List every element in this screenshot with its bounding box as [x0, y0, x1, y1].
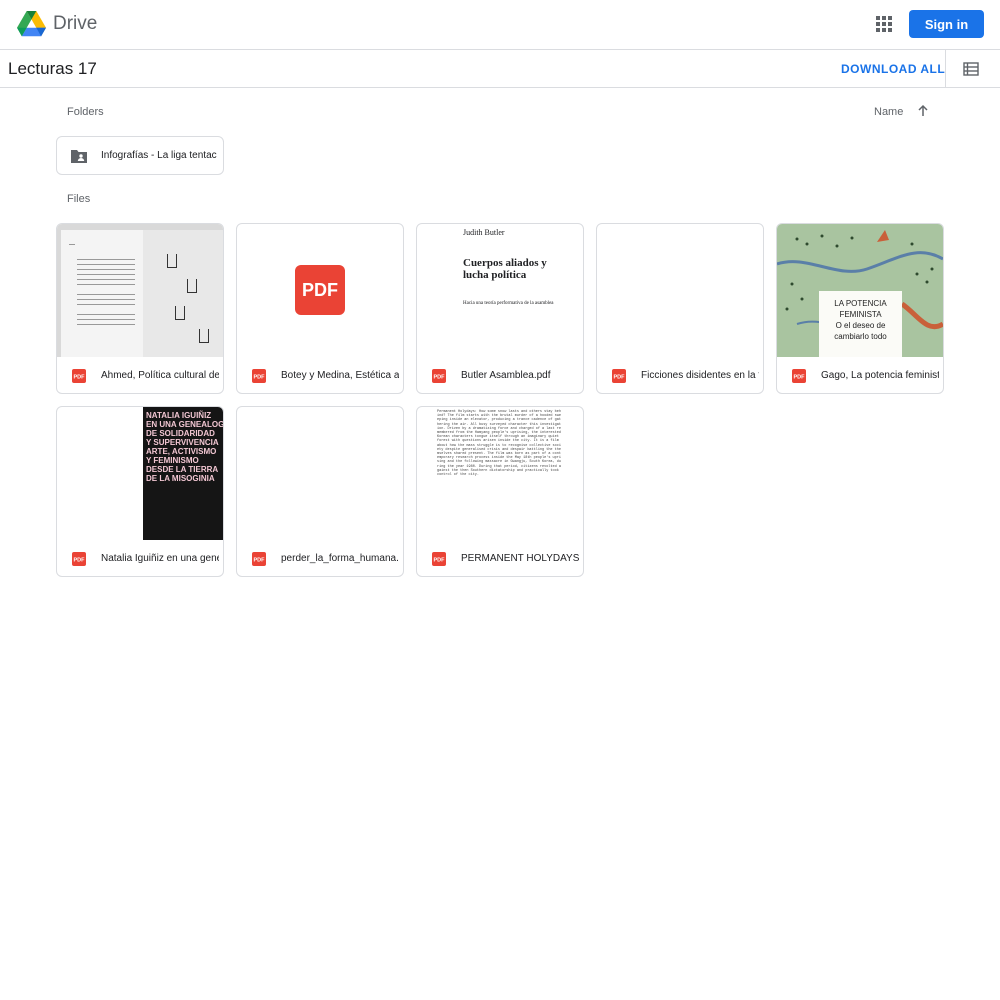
folder-name: Infografías - La liga tentacular: [101, 150, 217, 161]
apps-grid-icon[interactable]: [874, 14, 894, 34]
list-view-icon[interactable]: [963, 61, 979, 77]
file-thumbnail: [597, 224, 763, 357]
download-all-button[interactable]: DOWNLOAD ALL: [841, 62, 945, 76]
file-name: Gago, La potencia feminista.pdf: [821, 370, 939, 381]
file-card-perder[interactable]: PDF perder_la_forma_humana.pdf: [236, 406, 404, 577]
svg-text:PDF: PDF: [434, 558, 446, 564]
svg-text:PDF: PDF: [614, 375, 626, 381]
file-card-ahmed[interactable]: PDF Ahmed, Política cultural de las emoc…: [56, 223, 224, 394]
thumbnail-subtitle: O el deseo de cambiarlo todo: [834, 321, 887, 341]
file-name: PERMANENT HOLYDAYS.pdf: [461, 553, 579, 564]
thumbnail-subtitle: Hacia una teoría performativa de la asam…: [463, 301, 554, 306]
pdf-icon: PDF: [72, 552, 86, 566]
file-name: Natalia Iguiñiz en una genealogía.pdf: [101, 553, 219, 564]
file-card-gago[interactable]: LA POTENCIA FEMINISTA O el deseo de camb…: [776, 223, 944, 394]
folders-section-label: Folders: [67, 106, 104, 118]
book-cover: NATALIA IGUIÑIZ EN UNA GENEALOG DE SOLID…: [143, 407, 223, 540]
thumbnail-author: Judith Butler: [463, 228, 505, 237]
shared-folder-icon: [71, 150, 87, 163]
top-bar: Drive Sign in: [0, 0, 1000, 50]
file-card-permanent[interactable]: Permanent Holydays: How some snow lasts …: [416, 406, 584, 577]
divider: [945, 50, 946, 87]
folder-header: Lecturas 17 DOWNLOAD ALL: [0, 50, 1000, 88]
page-title: Lecturas 17: [8, 59, 97, 78]
file-name: Botey y Medina, Estética acontecimiento.…: [281, 370, 399, 381]
thumbnail-title: NATALIA IGUIÑIZ EN UNA GENEALOG DE SOLID…: [146, 411, 223, 483]
book-cover: LA POTENCIA FEMINISTA O el deseo de camb…: [819, 291, 902, 357]
svg-text:PDF: PDF: [254, 558, 266, 564]
file-card-butler[interactable]: Judith Butler Cuerpos aliados y lucha po…: [416, 223, 584, 394]
file-name: Ficciones disidentes en la tierra de la …: [641, 370, 759, 381]
thumbnail-title: LA POTENCIA FEMINISTA: [834, 299, 887, 319]
svg-text:PDF: PDF: [254, 375, 266, 381]
svg-text:PDF: PDF: [434, 375, 446, 381]
file-thumbnail: PDF: [237, 224, 403, 357]
thumbnail-text: Permanent Holydays: How some snow lasts …: [437, 410, 561, 478]
sign-in-button[interactable]: Sign in: [909, 10, 984, 38]
file-card-botey[interactable]: PDF PDF Botey y Medina, Estética acontec…: [236, 223, 404, 394]
sort-by-name-button[interactable]: Name: [874, 106, 903, 118]
svg-text:PDF: PDF: [74, 375, 86, 381]
pdf-icon: PDF: [792, 369, 806, 383]
folder-item[interactable]: Infografías - La liga tentacular: [56, 136, 224, 175]
file-card-natalia[interactable]: NATALIA IGUIÑIZ EN UNA GENEALOG DE SOLID…: [56, 406, 224, 577]
svg-text:PDF: PDF: [794, 375, 806, 381]
pdf-large-icon: PDF: [295, 265, 345, 315]
pdf-icon: PDF: [252, 369, 266, 383]
file-thumbnail: [237, 407, 403, 540]
file-name: perder_la_forma_humana.pdf: [281, 553, 399, 564]
file-thumbnail: Permanent Holydays: How some snow lasts …: [417, 407, 583, 540]
pdf-icon: PDF: [612, 369, 626, 383]
file-thumbnail: NATALIA IGUIÑIZ EN UNA GENEALOG DE SOLID…: [57, 407, 223, 540]
file-name: Butler Asamblea.pdf: [461, 370, 551, 381]
brand-name: Drive: [53, 13, 98, 34]
arrow-up-icon[interactable]: [916, 104, 930, 118]
file-name: Ahmed, Política cultural de las emocione…: [101, 370, 219, 381]
file-card-ficciones[interactable]: PDF Ficciones disidentes en la tierra de…: [596, 223, 764, 394]
pdf-icon: PDF: [252, 552, 266, 566]
svg-text:PDF: PDF: [74, 558, 86, 564]
pdf-icon: PDF: [432, 552, 446, 566]
pdf-icon: PDF: [432, 369, 446, 383]
google-drive-logo-icon[interactable]: [17, 11, 46, 37]
files-section-label: Files: [67, 193, 91, 205]
pdf-icon: PDF: [72, 369, 86, 383]
file-thumbnail: [57, 224, 223, 357]
file-thumbnail: Judith Butler Cuerpos aliados y lucha po…: [417, 224, 583, 357]
thumbnail-title: Cuerpos aliados y lucha política: [463, 257, 547, 281]
file-thumbnail: LA POTENCIA FEMINISTA O el deseo de camb…: [777, 224, 943, 357]
